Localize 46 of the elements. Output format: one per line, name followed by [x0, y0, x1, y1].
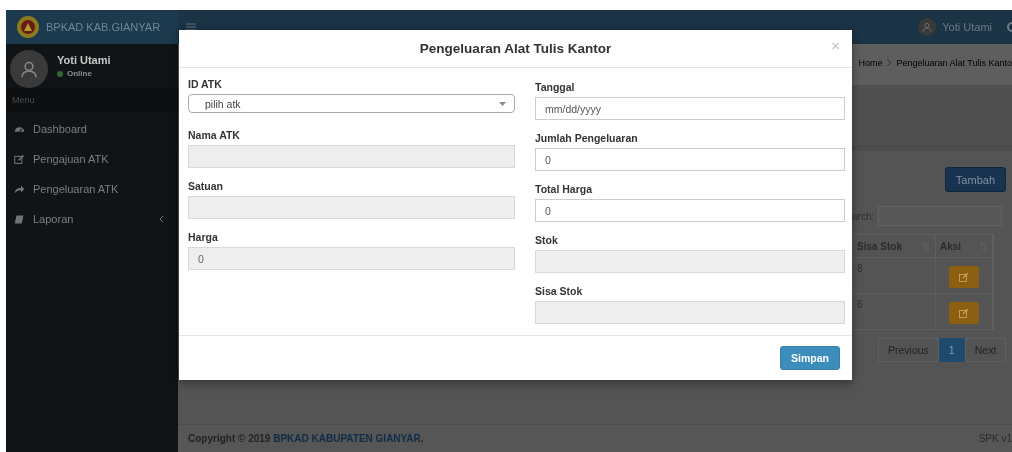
edit-button[interactable] — [949, 302, 979, 324]
chevron-left-icon — [159, 215, 164, 223]
input-field[interactable]: 0 — [535, 199, 845, 222]
person-icon — [20, 60, 38, 78]
book-icon — [14, 213, 25, 225]
atk-select[interactable]: pilih atk — [188, 94, 515, 113]
edit-icon — [959, 272, 969, 282]
avatar-icon[interactable] — [918, 18, 937, 36]
field-label: Nama ATK — [188, 129, 241, 141]
pagination-button[interactable]: 1 — [938, 338, 965, 362]
close-button[interactable]: × — [831, 38, 840, 53]
chevron-right-icon — [887, 59, 892, 66]
user-name[interactable]: Yoti Utami — [942, 21, 992, 33]
sidebar-item[interactable]: Pengajuan ATK — [6, 144, 178, 174]
person-icon — [922, 22, 933, 32]
input-field[interactable]: mm/dd/yyyy — [535, 97, 845, 120]
edit-icon — [14, 153, 25, 165]
share-arrow-icon — [14, 183, 25, 195]
menu-icon[interactable] — [186, 23, 196, 31]
field-label: Sisa Stok — [535, 285, 584, 297]
field-label: Total Harga — [535, 183, 593, 195]
menu-header: Menu — [6, 88, 178, 112]
status-dot — [57, 70, 63, 77]
modal-title: Pengeluaran Alat Tulis Kantor — [419, 41, 612, 56]
sidebar-item[interactable]: Dashboard — [6, 114, 178, 144]
field-label: Satuan — [188, 180, 224, 192]
field-label: ID ATK — [188, 78, 223, 90]
add-button[interactable]: Tambah — [944, 167, 1006, 192]
user-name: Yoti Utami — [57, 54, 111, 66]
sidebar-item[interactable]: Pengeluaran ATK — [6, 174, 178, 204]
emblem-logo — [16, 15, 40, 39]
field-label: Jumlah Pengeluaran — [535, 132, 639, 144]
field-label: Stok — [535, 234, 559, 246]
sidebar-item[interactable]: Laporan — [6, 204, 178, 234]
caret-icon — [499, 101, 506, 106]
field-label: Harga — [188, 231, 219, 243]
breadcrumb-item[interactable]: Home — [858, 57, 883, 68]
settings-icon[interactable] — [1006, 21, 1012, 33]
breadcrumb-item[interactable]: Pengeluaran Alat Tulis Kanto — [896, 57, 1012, 68]
edit-icon — [959, 308, 969, 318]
edit-button[interactable] — [949, 266, 979, 288]
organization-link[interactable]: BPKAD KABUPATEN GIANYAR. — [273, 433, 424, 444]
input-field[interactable]: 0 — [535, 148, 845, 171]
user-status: Online — [67, 69, 92, 78]
field-label: Tanggal — [535, 81, 576, 93]
save-button[interactable]: Simpan — [780, 346, 840, 370]
